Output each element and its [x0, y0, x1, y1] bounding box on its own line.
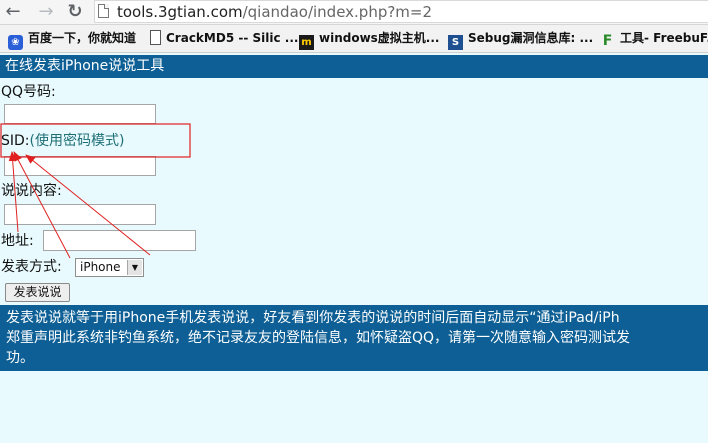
sid-label-row: SID:(使用密码模式)	[1, 133, 124, 150]
page-icon	[98, 4, 109, 18]
qq-label: QQ号码:	[1, 84, 56, 100]
bookmark-sebug[interactable]: S Sebug漏洞信息库: ...	[448, 29, 594, 50]
sid-hint: (使用密码模式)	[29, 133, 125, 149]
submit-button[interactable]: 发表说说	[5, 283, 70, 302]
bookmark-baidu[interactable]: ❀ 百度一下，你就知道	[8, 29, 137, 50]
bookmark-windows-host[interactable]: m windows虚拟主机...	[299, 29, 440, 50]
address-label: 地址:	[1, 233, 34, 249]
qq-input[interactable]	[4, 104, 156, 124]
bookmark-label: 百度一下，你就知道	[28, 31, 137, 45]
bookmark-label: CrackMD5 -- Silic ...	[166, 31, 299, 45]
content-input[interactable]	[4, 204, 156, 225]
content-label: 说说内容:	[1, 183, 62, 199]
address-bar[interactable]: tools.3gtian.com/qiandao/index.php?m=2	[94, 0, 708, 23]
page-title: 在线发表iPhone说说工具	[0, 55, 708, 78]
bookmark-label: Sebug漏洞信息库: ...	[468, 31, 594, 45]
info-line: 发表说说就等于用iPhone手机发表说说，好友看到你发表的说说的时间后面自动显示…	[6, 310, 620, 326]
info-box: 发表说说就等于用iPhone手机发表说说，好友看到你发表的说说的时间后面自动显示…	[0, 305, 708, 371]
address-input[interactable]	[43, 230, 196, 251]
info-line: 功。	[6, 350, 34, 366]
sid-label: SID:	[1, 133, 30, 149]
page-icon	[150, 30, 161, 45]
sid-input[interactable]	[4, 156, 156, 176]
info-line: 郑重声明此系统非钓鱼系统，绝不记录友友的登陆信息，如怀疑盗QQ，请第一次随意输入…	[6, 330, 631, 346]
forward-arrow-icon[interactable]: →	[35, 1, 57, 23]
method-select[interactable]: iPhone ▼	[75, 258, 144, 277]
chevron-down-icon: ▼	[127, 260, 142, 275]
method-label: 发表方式:	[1, 259, 62, 275]
browser-toolbar: ← → ↻ tools.3gtian.com/qiandao/index.php…	[0, 0, 708, 25]
bookmark-crackmd5[interactable]: CrackMD5 -- Silic ...	[150, 29, 298, 48]
url-path: /qiandao/index.php?m=2	[242, 3, 433, 21]
method-selected: iPhone	[80, 260, 121, 274]
reload-icon[interactable]: ↻	[64, 1, 86, 23]
m-logo-icon: m	[299, 35, 314, 50]
bookmark-label: 工具- FreebuF.C	[620, 31, 708, 45]
f-logo-icon: F	[602, 33, 613, 49]
bookmark-label: windows虚拟主机...	[319, 31, 440, 45]
url-text: tools.3gtian.com/qiandao/index.php?m=2	[117, 1, 432, 23]
url-host: tools.3gtian.com	[117, 3, 243, 21]
s-logo-icon: S	[448, 35, 463, 50]
bookmarks-bar: ❀ 百度一下，你就知道 CrackMD5 -- Silic ... m window…	[0, 25, 708, 53]
back-arrow-icon[interactable]: ←	[2, 1, 24, 23]
baidu-paw-icon: ❀	[8, 35, 23, 50]
bookmark-freebuf[interactable]: F 工具- FreebuF.C	[600, 29, 708, 49]
